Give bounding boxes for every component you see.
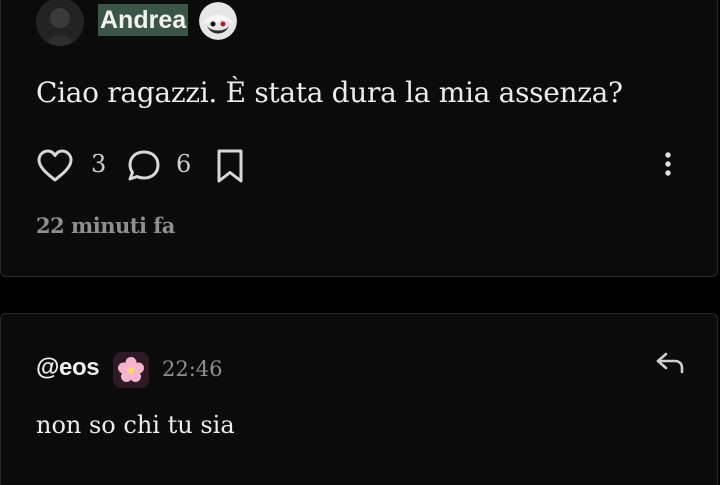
bookmark-outline-icon[interactable] <box>214 148 246 184</box>
like-count: 3 <box>91 150 107 178</box>
heart-outline-icon[interactable] <box>36 148 74 184</box>
reply-arrow-icon[interactable] <box>654 350 686 378</box>
speech-bubble-icon[interactable] <box>125 147 163 185</box>
author-badge-icon <box>199 2 237 40</box>
vertical-dots-icon[interactable] <box>658 150 678 180</box>
author-username[interactable]: Andrea <box>98 4 189 36</box>
author-avatar[interactable] <box>36 0 84 46</box>
post-text: Ciao ragazzi. È stata dura la mia assenz… <box>36 76 623 109</box>
pink-flower-icon <box>113 352 149 388</box>
comment-card <box>0 313 718 485</box>
post-timestamp: 22 minuti fa <box>36 213 175 238</box>
comment-count: 6 <box>176 150 192 178</box>
comment-text: non so chi tu sia <box>36 411 235 439</box>
comment-author[interactable]: @eos <box>36 354 100 382</box>
comment-time: 22:46 <box>162 357 223 381</box>
